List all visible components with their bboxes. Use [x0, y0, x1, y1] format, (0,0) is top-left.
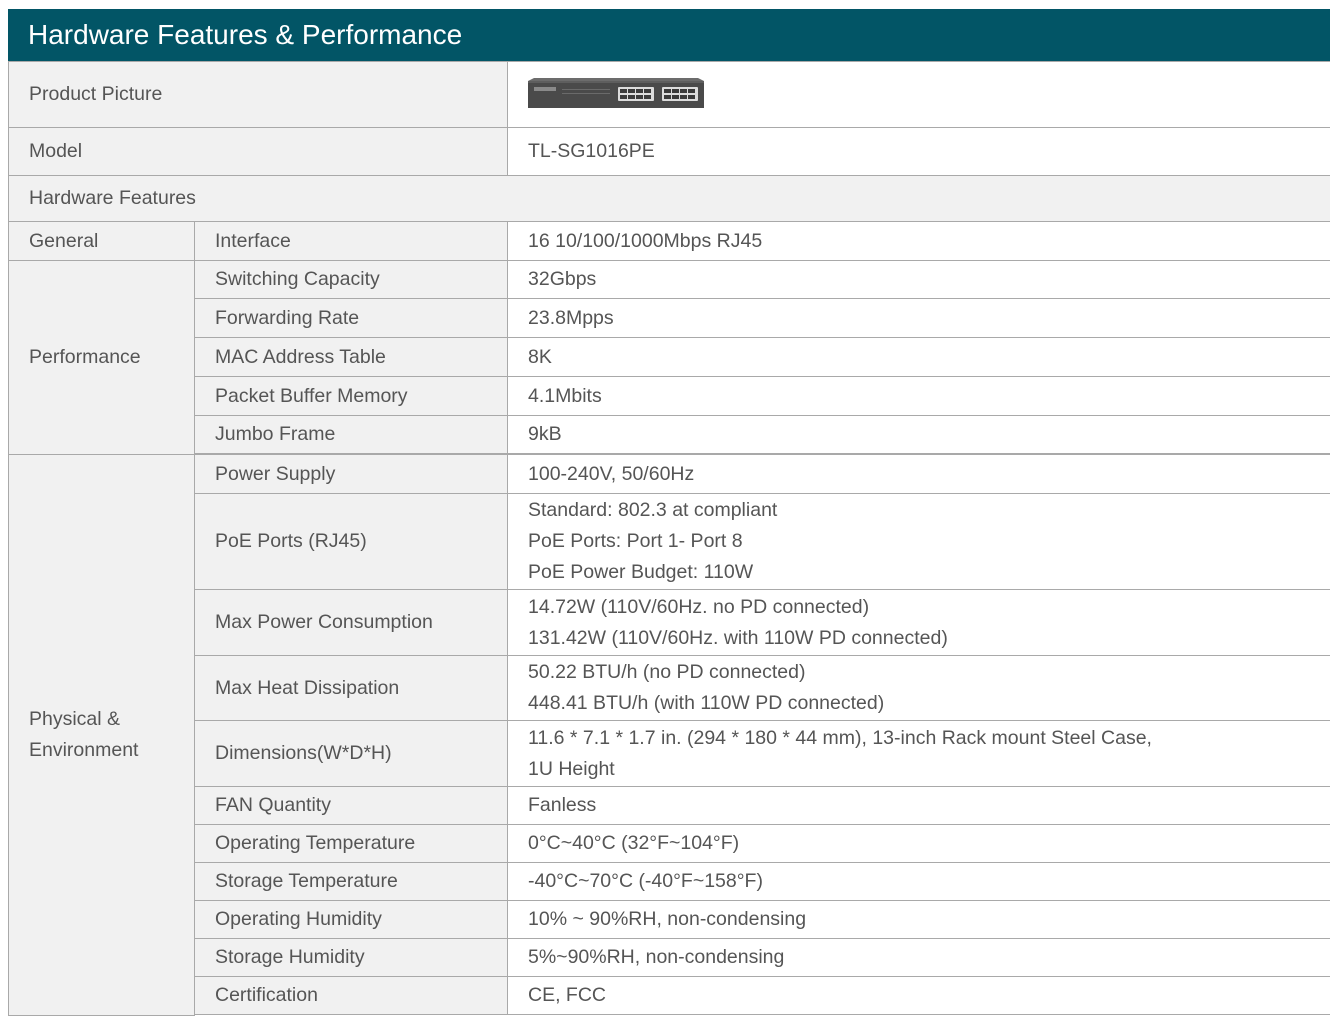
row-label: Interface — [195, 222, 508, 261]
table-row: Operating Temperature 0°C~40°C (32°F~104… — [9, 825, 1330, 863]
table-row: Hardware Features — [9, 176, 1330, 222]
table-row: PoE Ports (RJ45) Standard: 802.3 at comp… — [9, 494, 1330, 590]
row-label: Switching Capacity — [195, 261, 508, 299]
group-performance: Performance — [9, 261, 195, 455]
row-value: 10% ~ 90%RH, non-condensing — [508, 901, 1330, 939]
row-label: PoE Ports (RJ45) — [195, 494, 508, 590]
group-physical-line-2: Environment — [29, 735, 194, 766]
row-label: Operating Temperature — [195, 825, 508, 863]
row-label: Dimensions(W*D*H) — [195, 721, 508, 787]
table-row: General Interface 16 10/100/1000Mbps RJ4… — [9, 222, 1330, 261]
table-row: Forwarding Rate 23.8Mpps — [9, 299, 1330, 338]
row-value-line: 50.22 BTU/h (no PD connected) — [528, 657, 1330, 688]
spec-table: Product Picture — [8, 61, 1330, 1016]
row-label: Power Supply — [195, 455, 508, 494]
table-row: Storage Humidity 5%~90%RH, non-condensin… — [9, 939, 1330, 977]
row-label: Certification — [195, 977, 508, 1015]
table-row: Model TL-SG1016PE — [9, 128, 1330, 176]
table-row: Packet Buffer Memory 4.1Mbits — [9, 377, 1330, 416]
row-value: 9kB — [508, 416, 1330, 454]
row-value: 50.22 BTU/h (no PD connected) 448.41 BTU… — [508, 656, 1330, 721]
row-label: Packet Buffer Memory — [195, 377, 508, 416]
row-value-line: 14.72W (110V/60Hz. no PD connected) — [528, 592, 1330, 623]
row-label: Storage Temperature — [195, 863, 508, 901]
row-value-line: PoE Ports: Port 1- Port 8 — [528, 526, 1330, 557]
row-label: Operating Humidity — [195, 901, 508, 939]
model-label: Model — [9, 128, 508, 176]
row-value: 32Gbps — [508, 261, 1330, 299]
row-value: -40°C~70°C (-40°F~158°F) — [508, 863, 1330, 901]
group-physical: Physical & Environment — [9, 455, 195, 1016]
table-row: Performance Switching Capacity 32Gbps — [9, 261, 1330, 299]
group-physical-line-1: Physical & — [29, 704, 194, 735]
page-title: Hardware Features & Performance — [8, 9, 1330, 61]
table-row: Max Heat Dissipation 50.22 BTU/h (no PD … — [9, 656, 1330, 721]
row-value: Fanless — [508, 787, 1330, 825]
table-row: Physical & Environment Power Supply 100-… — [9, 455, 1330, 494]
row-value: 23.8Mpps — [508, 299, 1330, 338]
row-value: 14.72W (110V/60Hz. no PD connected) 131.… — [508, 590, 1330, 656]
row-value: CE, FCC — [508, 977, 1330, 1015]
row-value: 0°C~40°C (32°F~104°F) — [508, 825, 1330, 863]
table-row: MAC Address Table 8K — [9, 338, 1330, 377]
row-label: Jumbo Frame — [195, 416, 508, 454]
table-row: Dimensions(W*D*H) 11.6 * 7.1 * 1.7 in. (… — [9, 721, 1330, 787]
row-label: MAC Address Table — [195, 338, 508, 377]
product-picture-label: Product Picture — [9, 62, 508, 128]
row-value-line: Standard: 802.3 at compliant — [528, 495, 1330, 526]
network-switch-image — [528, 72, 704, 118]
section-title: Hardware Features — [9, 176, 1330, 222]
row-value-line: 448.41 BTU/h (with 110W PD connected) — [528, 688, 1330, 719]
model-value: TL-SG1016PE — [508, 128, 1330, 176]
table-row: Product Picture — [9, 62, 1330, 128]
table-row: Jumbo Frame 9kB — [9, 416, 1330, 454]
row-value-line: 131.42W (110V/60Hz. with 110W PD connect… — [528, 623, 1330, 654]
row-label: Storage Humidity — [195, 939, 508, 977]
row-value: 16 10/100/1000Mbps RJ45 — [508, 222, 1330, 261]
table-row: FAN Quantity Fanless — [9, 787, 1330, 825]
row-value: Standard: 802.3 at compliant PoE Ports: … — [508, 494, 1330, 590]
product-picture-cell — [508, 62, 1330, 128]
group-general: General — [9, 222, 195, 261]
row-label: Max Heat Dissipation — [195, 656, 508, 721]
row-value: 100-240V, 50/60Hz — [508, 455, 1330, 494]
row-value-line: 11.6 * 7.1 * 1.7 in. (294 * 180 * 44 mm)… — [528, 723, 1330, 754]
row-value: 11.6 * 7.1 * 1.7 in. (294 * 180 * 44 mm)… — [508, 721, 1330, 787]
row-label: Forwarding Rate — [195, 299, 508, 338]
table-row: Max Power Consumption 14.72W (110V/60Hz.… — [9, 590, 1330, 656]
table-row: Storage Temperature -40°C~70°C (-40°F~15… — [9, 863, 1330, 901]
table-row: Operating Humidity 10% ~ 90%RH, non-cond… — [9, 901, 1330, 939]
row-value-line: PoE Power Budget: 110W — [528, 557, 1330, 588]
row-value: 4.1Mbits — [508, 377, 1330, 416]
row-value: 5%~90%RH, non-condensing — [508, 939, 1330, 977]
row-value: 8K — [508, 338, 1330, 377]
table-row: Certification CE, FCC — [9, 977, 1330, 1015]
row-label: FAN Quantity — [195, 787, 508, 825]
row-label: Max Power Consumption — [195, 590, 508, 656]
row-value-line: 1U Height — [528, 754, 1330, 785]
